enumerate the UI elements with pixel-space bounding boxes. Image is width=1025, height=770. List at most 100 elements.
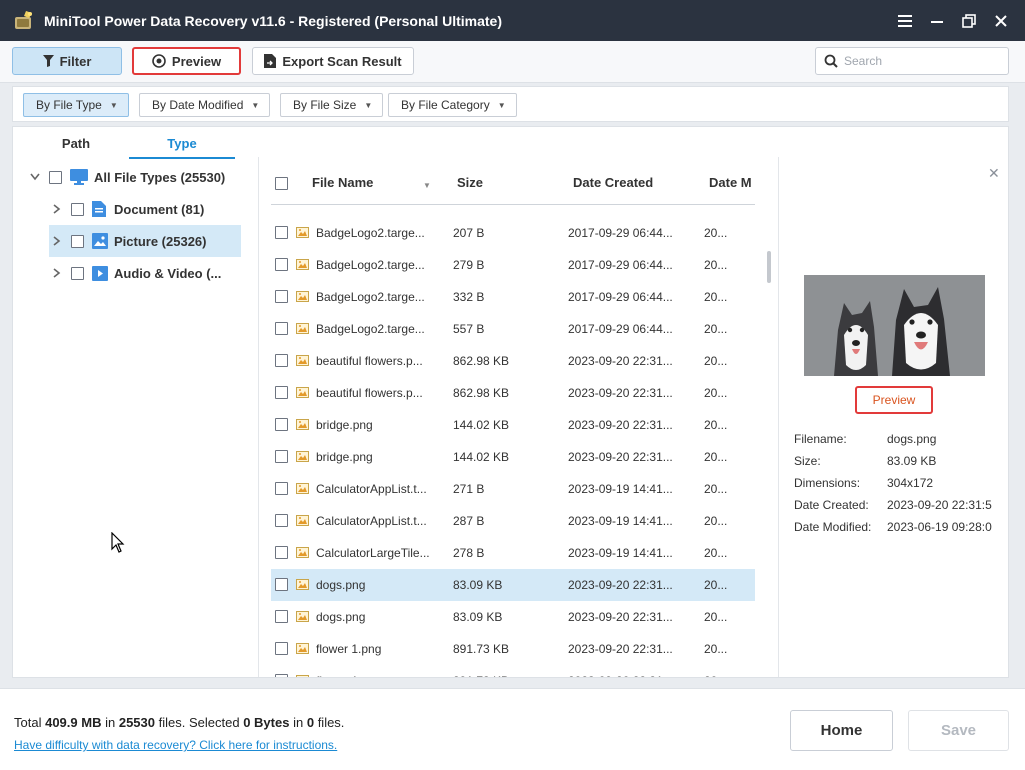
image-file-icon [296, 387, 309, 398]
row-checkbox[interactable] [275, 226, 288, 239]
document-icon [92, 201, 106, 217]
table-scrollbar[interactable] [767, 251, 771, 283]
row-checkbox[interactable] [275, 546, 288, 559]
date-modified-cell: 20... [704, 642, 728, 656]
checkbox[interactable] [71, 202, 84, 216]
preview-pane-preview-button[interactable]: Preview [855, 386, 933, 414]
select-all-checkbox[interactable] [275, 177, 288, 190]
by-file-category-dropdown[interactable]: By File Category ▼ [388, 93, 517, 117]
chevron-right-icon[interactable] [49, 204, 65, 214]
table-row[interactable]: CalculatorAppList.t... 271 B 2023-09-19 14… [271, 473, 755, 505]
tree-item-audio-video[interactable]: Audio & Video (... [49, 257, 249, 289]
chevron-right-icon[interactable] [49, 268, 65, 278]
date-modified-cell: 20... [704, 674, 727, 677]
home-button[interactable]: Home [790, 710, 893, 751]
table-row[interactable]: BadgeLogo2.targe... 279 B 2017-09-29 06:44… [271, 249, 755, 281]
title-bar: MiniTool Power Data Recovery v11.6 - Reg… [0, 0, 1025, 41]
table-row[interactable]: dogs.png 83.09 KB 2023-09-20 22:31... 20... [271, 569, 755, 601]
selected-files-suffix: files. [317, 715, 345, 730]
date-modified-cell: 20... [704, 514, 728, 528]
tree-item-document[interactable]: Document (81) [49, 193, 241, 225]
filter-button[interactable]: Filter [12, 47, 122, 75]
checkbox[interactable] [71, 234, 84, 248]
row-checkbox[interactable] [275, 450, 288, 463]
chevron-down-icon[interactable] [27, 173, 43, 181]
row-checkbox[interactable] [275, 258, 288, 271]
table-row[interactable]: bridge.png 144.02 KB 2023-09-20 22:31... 20… [271, 409, 755, 441]
checkbox[interactable] [71, 266, 84, 280]
row-checkbox[interactable] [275, 514, 288, 527]
row-checkbox[interactable] [275, 610, 288, 623]
image-file-icon [296, 259, 309, 270]
date-modified-cell: 20... [704, 578, 728, 592]
by-date-modified-label: By Date Modified [152, 98, 244, 112]
table-row[interactable]: beautiful flowers.p... 862.98 KB 2023-09-2… [271, 377, 755, 409]
row-checkbox[interactable] [275, 418, 288, 431]
row-checkbox[interactable] [275, 578, 288, 591]
checkbox[interactable] [49, 170, 62, 184]
selected-prefix: Selected [188, 715, 240, 730]
file-info-value: dogs.png [887, 432, 937, 446]
tree-item-picture[interactable]: Picture (25326) [49, 225, 241, 257]
image-file-icon [296, 355, 309, 366]
export-scan-result-button[interactable]: Export Scan Result [252, 47, 414, 75]
column-header-date-created[interactable]: Date Created [573, 175, 653, 190]
by-date-modified-dropdown[interactable]: By Date Modified ▼ [139, 93, 271, 117]
image-file-icon [296, 675, 309, 677]
date-created-cell: 2017-09-29 06:44... [568, 322, 673, 336]
column-header-file-name[interactable]: File Name [312, 175, 373, 190]
date-modified-cell: 20... [704, 482, 728, 496]
file-info-key: Date Created: [794, 498, 869, 512]
row-checkbox[interactable] [275, 322, 288, 335]
table-row[interactable]: flower 1.png 891.73 KB 2023-09-20 22:31...… [271, 665, 755, 677]
export-file-icon [264, 54, 277, 68]
row-checkbox[interactable] [275, 642, 288, 655]
date-created-cell: 2023-09-20 22:31... [568, 610, 673, 624]
row-checkbox[interactable] [275, 290, 288, 303]
column-header-date-modified[interactable]: Date M [709, 175, 752, 190]
by-file-type-dropdown[interactable]: By File Type ▼ [23, 93, 129, 117]
tab-path[interactable]: Path [26, 127, 126, 159]
chevron-right-icon[interactable] [49, 236, 65, 246]
table-row[interactable]: BadgeLogo2.targe... 332 B 2017-09-29 06:44… [271, 281, 755, 313]
date-modified-cell: 20... [704, 322, 728, 336]
restore-icon[interactable] [953, 0, 985, 41]
minimize-icon[interactable] [921, 0, 953, 41]
menu-icon[interactable] [889, 0, 921, 41]
image-file-icon [296, 419, 309, 430]
file-size-cell: 862.98 KB [453, 354, 510, 368]
table-row[interactable]: CalculatorAppList.t... 287 B 2023-09-19 14… [271, 505, 755, 537]
preview-button[interactable]: Preview [132, 47, 241, 75]
sort-arrow-icon[interactable]: ▼ [423, 181, 431, 190]
close-icon[interactable] [985, 0, 1017, 41]
search-input[interactable] [844, 54, 994, 68]
tree-item-all-file-types[interactable]: All File Types (25530) [27, 161, 247, 193]
total-in: in [105, 715, 116, 730]
total-size: 409.9 MB [45, 715, 102, 730]
table-row[interactable]: CalculatorLargeTile... 278 B 2023-09-19 14… [271, 537, 755, 569]
table-row[interactable]: BadgeLogo2.targe... 207 B 2017-09-29 06:44… [271, 217, 755, 249]
date-created-cell: 2023-09-20 22:31... [568, 674, 673, 677]
table-row[interactable]: BadgeLogo2.targe... 557 B 2017-09-29 06:44… [271, 313, 755, 345]
table-row[interactable]: beautiful flowers.p... 862.98 KB 2023-09-2… [271, 345, 755, 377]
search-box[interactable] [815, 47, 1009, 75]
file-name-cell: CalculatorAppList.t... [316, 482, 427, 496]
by-file-category-label: By File Category [401, 98, 490, 112]
table-row[interactable]: dogs.png 83.09 KB 2023-09-20 22:31... 20... [271, 601, 755, 633]
table-row[interactable]: flower 1.png 891.73 KB 2023-09-20 22:31...… [271, 633, 755, 665]
row-checkbox[interactable] [275, 354, 288, 367]
date-created-cell: 2023-09-20 22:31... [568, 386, 673, 400]
file-size-cell: 271 B [453, 482, 485, 496]
image-file-icon [296, 323, 309, 334]
row-checkbox[interactable] [275, 386, 288, 399]
tab-type[interactable]: Type [129, 127, 235, 159]
row-checkbox[interactable] [275, 482, 288, 495]
help-link[interactable]: Have difficulty with data recovery? Clic… [14, 738, 337, 752]
column-header-size[interactable]: Size [457, 175, 483, 190]
date-created-cell: 2017-09-29 06:44... [568, 290, 673, 304]
row-checkbox[interactable] [275, 674, 288, 677]
date-created-cell: 2017-09-29 06:44... [568, 258, 673, 272]
close-preview-icon[interactable]: ✕ [988, 165, 1000, 182]
by-file-size-dropdown[interactable]: By File Size ▼ [280, 93, 384, 117]
table-row[interactable]: bridge.png 144.02 KB 2023-09-20 22:31... 20… [271, 441, 755, 473]
